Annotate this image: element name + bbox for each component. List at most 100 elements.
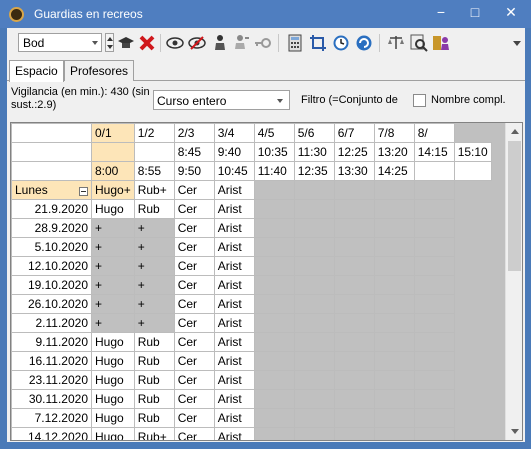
date-row[interactable]: 7.12.2020 Hugo Rub Cer Arist (11, 408, 492, 428)
duty-cell[interactable]: Cer (173, 313, 215, 333)
scroll-down-icon[interactable] (511, 429, 519, 434)
period-header[interactable]: 6/7 (333, 123, 375, 143)
close-button[interactable]: ✕ (496, 2, 526, 24)
duty-cell[interactable]: + (91, 218, 135, 238)
zoom-icon[interactable] (410, 34, 428, 52)
date-row[interactable]: 23.11.2020 Hugo Rub Cer Arist (11, 370, 492, 390)
duty-cell[interactable]: Cer (173, 218, 215, 238)
graduation-cap-icon[interactable] (117, 34, 135, 52)
eye-off-icon[interactable] (188, 34, 206, 52)
duty-cell[interactable]: + (133, 237, 175, 257)
day-header[interactable]: Lunes (11, 180, 92, 200)
date-row[interactable]: 19.10.2020 + + Cer Arist (11, 275, 492, 295)
duty-cell[interactable]: Cer (173, 180, 215, 200)
teacher-select[interactable]: Bod (18, 33, 102, 52)
scales-icon[interactable] (387, 34, 405, 52)
duty-cell[interactable]: Cer (173, 237, 215, 257)
duty-cell[interactable]: Hugo (91, 199, 135, 219)
duty-cell[interactable]: Rub (133, 408, 175, 428)
duty-cell[interactable]: Cer (173, 370, 215, 390)
day-row[interactable]: Lunes Hugo+ Rub+ Cer Arist (11, 180, 492, 200)
duty-cell[interactable]: Arist (213, 218, 255, 238)
delete-x-icon[interactable] (138, 34, 156, 52)
collapse-icon[interactable] (79, 187, 88, 196)
duty-cell[interactable]: Rub (133, 199, 175, 219)
eye-icon[interactable] (166, 34, 184, 52)
tab-profesores[interactable]: Profesores (64, 60, 135, 81)
duty-cell[interactable]: Arist (213, 199, 255, 219)
date-row[interactable]: 30.11.2020 Hugo Rub Cer Arist (11, 389, 492, 409)
duty-cell[interactable]: Cer (173, 351, 215, 371)
duty-cell[interactable]: + (91, 275, 135, 295)
date-row[interactable]: 21.9.2020 Hugo Rub Cer Arist (11, 199, 492, 219)
scrollbar-thumb[interactable] (508, 141, 521, 271)
duty-cell[interactable]: Arist (213, 427, 255, 440)
duty-cell[interactable]: Cer (173, 275, 215, 295)
date-row[interactable]: 2.11.2020 + + Cer Arist (11, 313, 492, 333)
duty-cell[interactable]: Cer (173, 294, 215, 314)
duty-cell[interactable]: Hugo (91, 408, 135, 428)
duty-cell[interactable]: Cer (173, 389, 215, 409)
duty-cell[interactable]: Cer (173, 199, 215, 219)
duty-cell[interactable]: Cer (173, 427, 215, 440)
duty-cell[interactable]: Arist (213, 275, 255, 295)
date-row[interactable]: 28.9.2020 + + Cer Arist (11, 218, 492, 238)
teacher-swap-icon[interactable] (233, 34, 251, 52)
duty-cell[interactable]: Hugo (91, 370, 135, 390)
date-row[interactable]: 5.10.2020 + + Cer Arist (11, 237, 492, 257)
period-header[interactable]: 4/5 (253, 123, 295, 143)
duty-cell[interactable]: + (133, 294, 175, 314)
spin-icon[interactable] (105, 33, 114, 52)
duty-cell[interactable]: Cer (173, 332, 215, 352)
duty-cell[interactable]: + (91, 256, 135, 276)
duty-cell[interactable]: + (91, 313, 135, 333)
date-row[interactable]: 9.11.2020 Hugo Rub Cer Arist (11, 332, 492, 352)
duty-cell[interactable]: Arist (213, 332, 255, 352)
calculator-icon[interactable] (286, 34, 304, 52)
duty-cell[interactable]: Arist (213, 389, 255, 409)
duty-cell[interactable]: Hugo (91, 389, 135, 409)
teachers-icon[interactable] (211, 34, 229, 52)
duty-cell[interactable]: Rub (133, 370, 175, 390)
duty-cell[interactable]: Arist (213, 313, 255, 333)
period-header[interactable]: 1/2 (133, 123, 175, 143)
course-select[interactable]: Curso entero (153, 90, 290, 110)
duty-cell[interactable]: + (133, 256, 175, 276)
duty-cell[interactable]: Arist (213, 370, 255, 390)
period-header[interactable]: 2/3 (173, 123, 215, 143)
maximize-button[interactable]: □ (460, 2, 490, 24)
refresh-icon[interactable] (355, 34, 373, 52)
duty-cell[interactable]: Hugo (91, 351, 135, 371)
duty-cell[interactable]: Rub (133, 332, 175, 352)
duty-cell[interactable]: + (133, 313, 175, 333)
duty-cell[interactable]: + (133, 218, 175, 238)
period-header[interactable]: 0/1 (91, 123, 135, 143)
duty-cell[interactable]: Arist (213, 237, 255, 257)
toolbar-overflow-icon[interactable] (513, 41, 521, 46)
duty-cell[interactable]: Arist (213, 180, 255, 200)
duty-cell[interactable]: Arist (213, 351, 255, 371)
duty-cell[interactable]: Cer (173, 256, 215, 276)
duty-cell[interactable]: Hugo (91, 332, 135, 352)
duty-cell[interactable]: Arist (213, 294, 255, 314)
date-row[interactable]: 12.10.2020 + + Cer Arist (11, 256, 492, 276)
duty-cell[interactable]: Cer (173, 408, 215, 428)
duty-cell[interactable]: Arist (213, 408, 255, 428)
clock-icon[interactable] (332, 34, 350, 52)
duty-cell[interactable]: Rub+ (133, 180, 175, 200)
duty-cell[interactable]: + (91, 294, 135, 314)
duty-cell[interactable]: Arist (213, 256, 255, 276)
period-header[interactable]: 7/8 (373, 123, 415, 143)
tab-espacio[interactable]: Espacio (9, 60, 64, 82)
date-row[interactable]: 26.10.2020 + + Cer Arist (11, 294, 492, 314)
minimize-button[interactable]: − (426, 2, 456, 24)
scroll-up-icon[interactable] (511, 129, 519, 134)
duty-cell[interactable]: Rub (133, 389, 175, 409)
nombre-compl-checkbox[interactable] (413, 94, 426, 107)
duty-cell[interactable]: Rub (133, 351, 175, 371)
period-header[interactable]: 3/4 (213, 123, 255, 143)
date-row[interactable]: 16.11.2020 Hugo Rub Cer Arist (11, 351, 492, 371)
vertical-scrollbar[interactable] (505, 123, 522, 440)
crop-icon[interactable] (309, 34, 327, 52)
duty-cell[interactable]: Rub+ (133, 427, 175, 440)
